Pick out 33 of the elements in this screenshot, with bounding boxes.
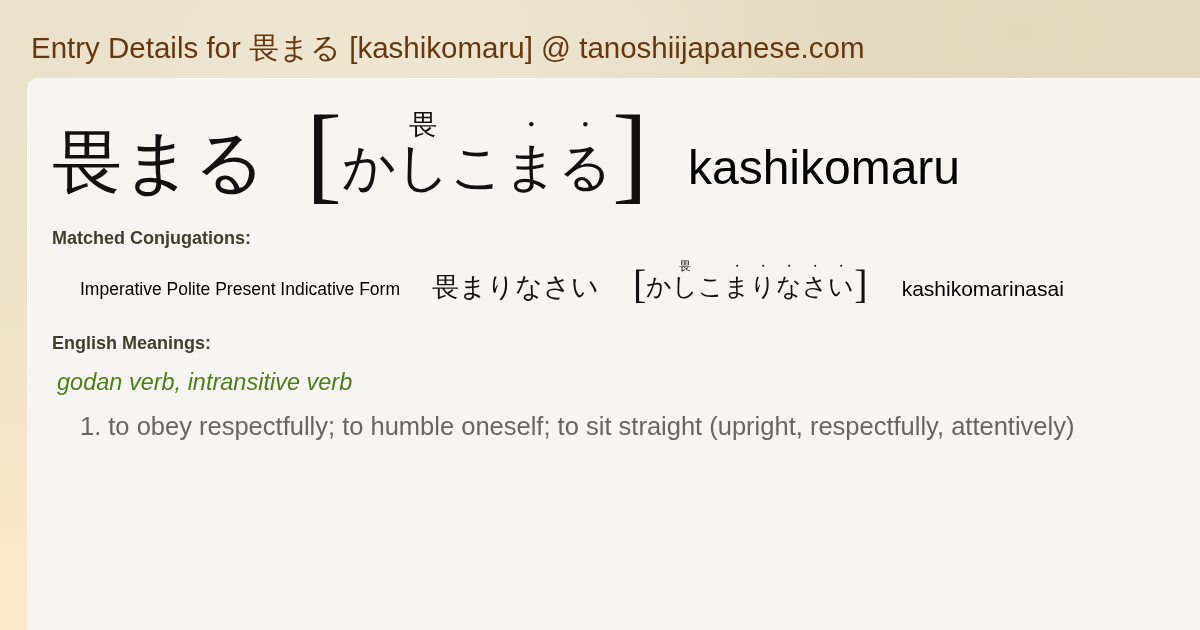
ruby-annotation: 畏 (679, 259, 692, 273)
ruby-annotation: ・ (809, 259, 822, 273)
entry-romaji: kashikomaru (687, 144, 961, 196)
reading-kana: ま (724, 273, 751, 302)
ruby-annotation: ・ (731, 259, 744, 273)
reading-bracket: [ (306, 104, 342, 204)
ruby-annotation: ・ (516, 109, 545, 141)
reading-kana: る (557, 141, 612, 198)
reading-kana: かしこ (646, 273, 725, 302)
page-title: Entry Details for 畏まる [kashikomaru] @ tanoshiijapanese.com (31, 31, 865, 65)
ruby-annotation: ・ (783, 259, 796, 273)
ruby-annotation: ・ (570, 109, 599, 141)
conjugated-word: 畏まりなさい (432, 272, 599, 304)
sense-number: 1. (80, 411, 102, 441)
reading-bracket: ] (854, 266, 868, 304)
reading-bracket: [ (633, 266, 647, 304)
part-of-speech: godan verb, intransitive verb (56, 368, 354, 397)
conjugation-form: Imperative Polite Present Indicative Form (80, 278, 400, 301)
reading-kana: い (828, 273, 855, 302)
reading-kana: な (776, 273, 803, 302)
conjugation-romaji: kashikomarinasai (901, 277, 1064, 302)
reading-bracket: ] (611, 104, 648, 204)
reading-kana: り (750, 273, 777, 302)
reading-kana: ま (503, 141, 558, 198)
section-heading: Matched Conjugations: (52, 227, 251, 249)
ruby-annotation: ・ (757, 259, 770, 273)
sense-text: to obey respectfully; to humble oneself; to sit straight (upright, respectfully, attentively) (108, 411, 1075, 441)
entry-word: 畏まる (52, 128, 266, 203)
ruby-annotation: 畏 (408, 109, 437, 141)
ruby-annotation: ・ (835, 259, 848, 273)
section-heading: English Meanings: (52, 332, 211, 354)
reading-kana: さ (802, 273, 829, 302)
reading-kana: かしこ (341, 141, 504, 198)
